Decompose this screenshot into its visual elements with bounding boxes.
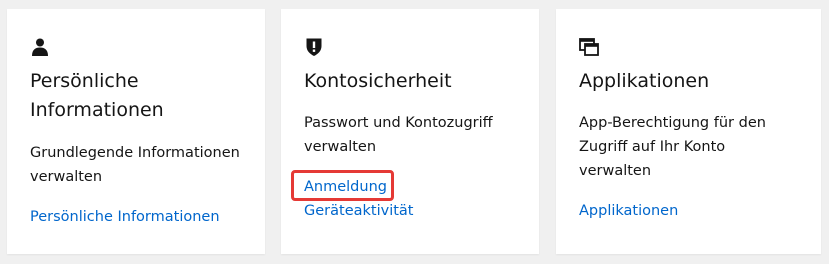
card-description: App-Berechtigung für den Zugriff auf Ihr… bbox=[579, 115, 766, 179]
account-security-card: Kontosicherheit Passwort und Kontozugrif… bbox=[281, 9, 539, 254]
shield-icon bbox=[306, 38, 322, 56]
device-activity-link[interactable]: Geräteaktivität bbox=[304, 199, 413, 223]
card-title: Kontosicherheit bbox=[304, 70, 452, 92]
card-title: Applikationen bbox=[579, 70, 710, 92]
personal-info-card: Persönliche Informationen Grundlegende I… bbox=[7, 9, 265, 254]
user-icon bbox=[32, 38, 48, 56]
personal-info-link[interactable]: Persönliche Informationen bbox=[30, 205, 220, 229]
card-description: Passwort und Kontozugriff verwalten bbox=[304, 115, 493, 155]
signing-in-link[interactable]: Anmeldung bbox=[304, 175, 387, 199]
dashboard-cards: Persönliche Informationen Grundlegende I… bbox=[0, 0, 829, 264]
card-description: Grundlegende Informationen verwalten bbox=[30, 145, 240, 185]
card-title: Persönliche Informationen bbox=[30, 70, 164, 121]
applications-icon bbox=[579, 38, 599, 56]
applications-link[interactable]: Applikationen bbox=[579, 199, 678, 223]
applications-card: Applikationen App-Berechtigung für den Z… bbox=[556, 9, 821, 254]
